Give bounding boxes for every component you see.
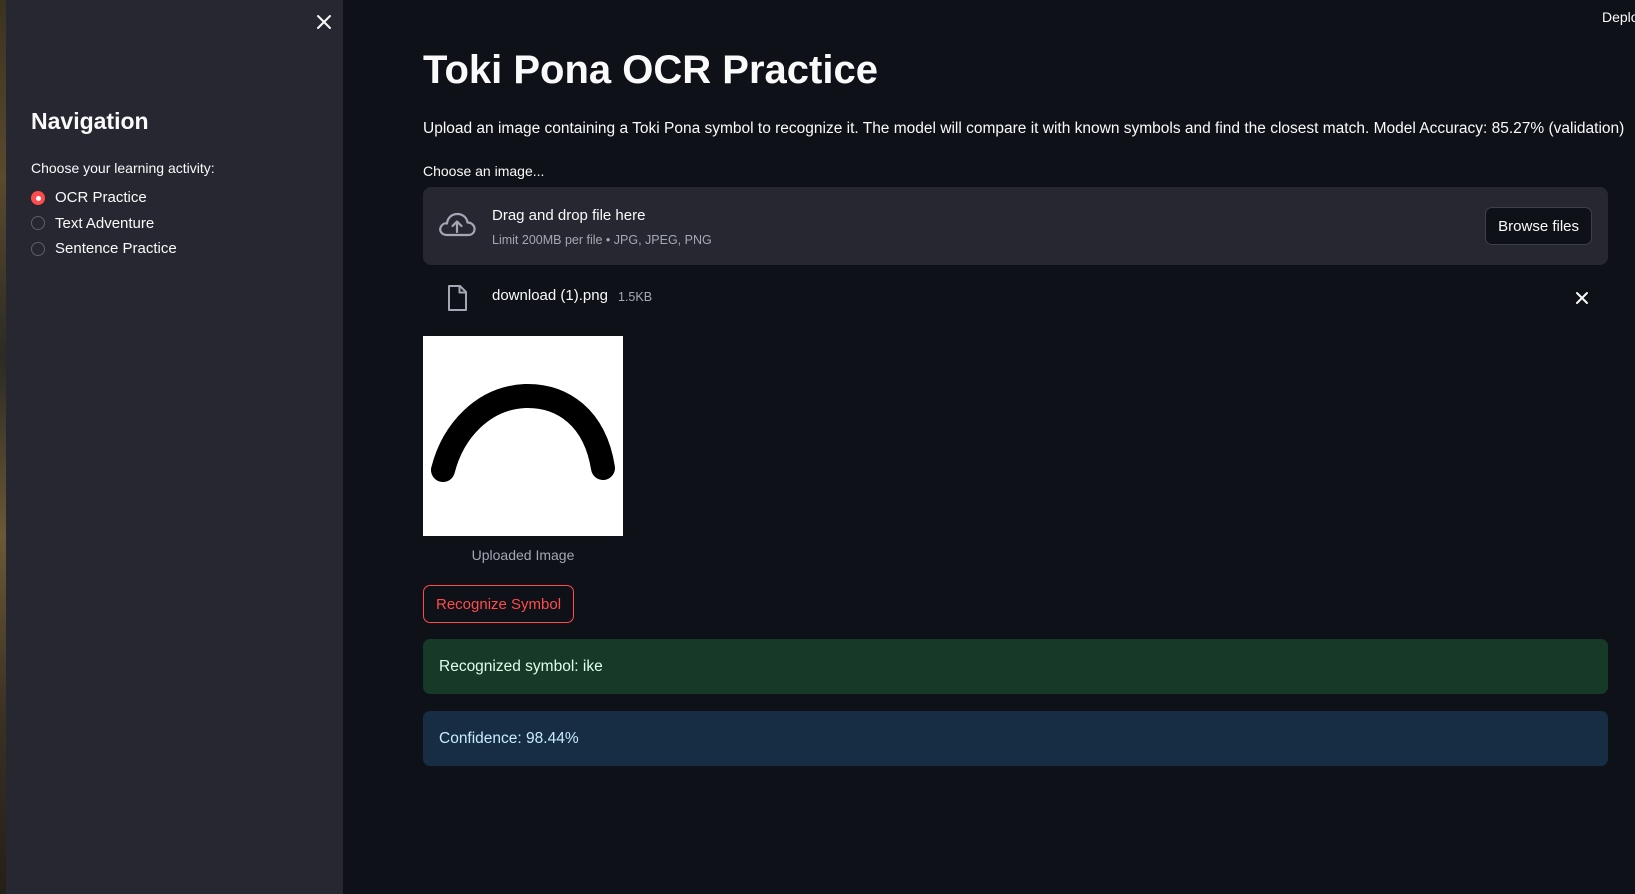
sidebar-title: Navigation — [31, 108, 149, 134]
file-icon — [445, 284, 469, 312]
radio-option-text-adventure[interactable]: Text Adventure — [31, 211, 177, 237]
file-name: download (1).png — [492, 287, 608, 304]
activity-radio-label: Choose your learning activity: — [31, 160, 215, 176]
radio-option-sentence-practice[interactable]: Sentence Practice — [31, 236, 177, 262]
confidence-text: Confidence: 98.44% — [439, 729, 579, 747]
page-description: Upload an image containing a Toki Pona s… — [423, 120, 1625, 137]
close-icon[interactable] — [312, 10, 336, 34]
file-size: 1.5KB — [618, 290, 653, 304]
radio-option-ocr-practice[interactable]: OCR Practice — [31, 185, 177, 211]
recognition-result-alert: Recognized symbol: ike — [423, 639, 1608, 694]
recognize-symbol-button[interactable]: Recognize Symbol — [423, 585, 575, 623]
cloud-upload-icon — [437, 209, 477, 241]
recognition-result-text: Recognized symbol: ike — [439, 657, 603, 675]
file-dropzone[interactable]: Drag and drop file here Limit 200MB per … — [423, 187, 1608, 265]
uploaded-file-row: download (1).png 1.5KB — [423, 280, 1608, 314]
activity-radio-group: OCR Practice Text Adventure Sentence Pra… — [31, 185, 177, 262]
page-title: Toki Pona OCR Practice — [423, 48, 878, 92]
radio-button[interactable] — [31, 216, 45, 231]
browse-files-button[interactable]: Browse files — [1485, 207, 1592, 245]
remove-file-icon[interactable] — [1572, 288, 1592, 308]
deploy-button[interactable]: Deploy — [1602, 9, 1635, 25]
dropzone-limit: Limit 200MB per file • JPG, JPEG, PNG — [492, 233, 712, 247]
symbol-ike-image — [431, 384, 615, 482]
radio-button-selected[interactable] — [31, 190, 45, 205]
uploaded-image-preview — [423, 336, 623, 536]
dropzone-title: Drag and drop file here — [492, 207, 646, 224]
radio-option-label: Sentence Practice — [55, 240, 177, 258]
image-caption: Uploaded Image — [471, 547, 575, 563]
uploader-label: Choose an image... — [423, 163, 545, 179]
radio-option-label: OCR Practice — [55, 189, 147, 207]
radio-option-label: Text Adventure — [55, 214, 155, 232]
sidebar: Navigation Choose your learning activity… — [6, 0, 343, 894]
confidence-alert: Confidence: 98.44% — [423, 711, 1608, 766]
radio-button[interactable] — [31, 241, 45, 256]
